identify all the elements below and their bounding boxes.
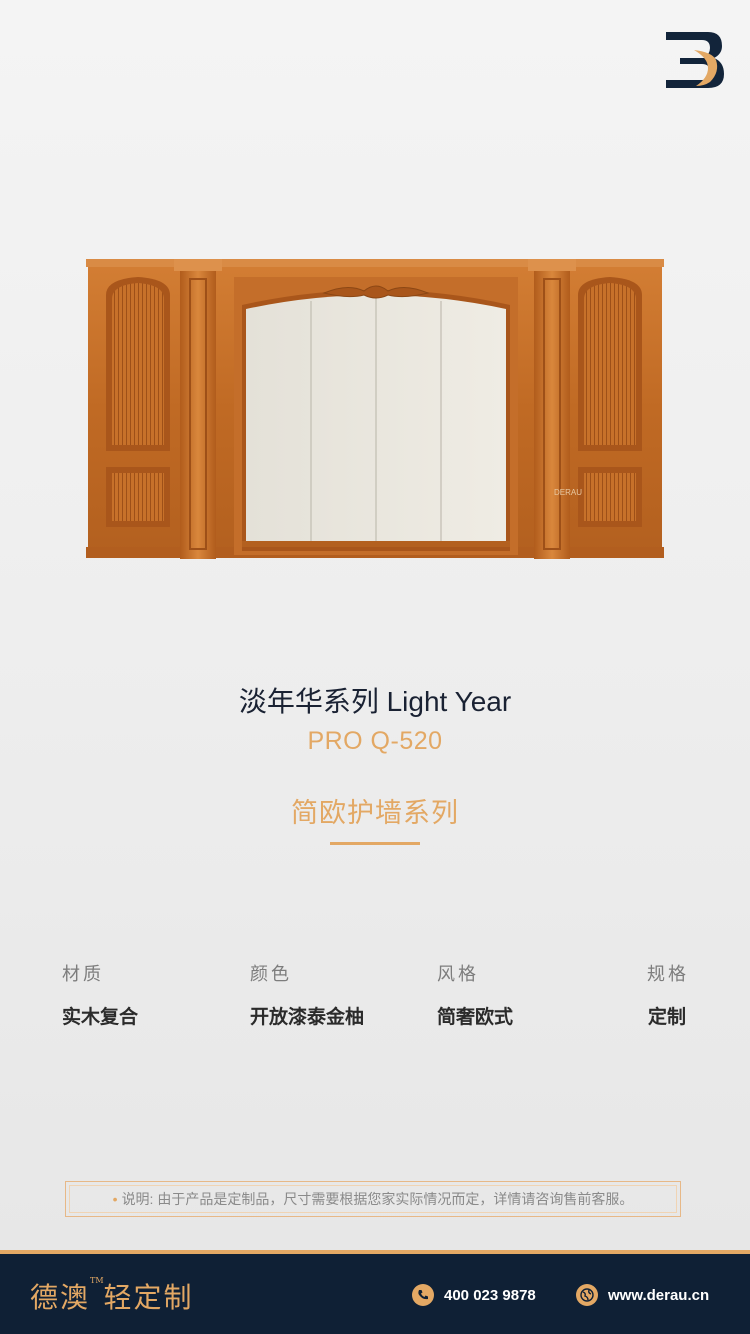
spec-value: 定制 — [647, 1007, 686, 1028]
product-model: PRO Q-520 — [307, 727, 443, 755]
spec-label: 规格 — [647, 964, 689, 984]
brand-name: 德澳 — [30, 1281, 91, 1314]
phone-icon — [412, 1284, 434, 1306]
website-url: www.derau.cn — [608, 1286, 710, 1304]
website-link[interactable]: www.derau.cn — [576, 1284, 709, 1306]
product-watermark: DERAU — [554, 488, 582, 497]
disclaimer-text: 说明: 由于产品是定制品，尺寸需要根据您家实际情况而定，详情请咨询售前客服。 — [121, 1191, 634, 1207]
spec-color: 颜色 开放漆泰金柚 — [250, 960, 364, 1029]
spec-value: 实木复合 — [62, 1007, 139, 1028]
spec-label: 颜色 — [250, 964, 292, 984]
phone-number: 400 023 9878 — [444, 1286, 536, 1304]
spec-value: 开放漆泰金柚 — [250, 1007, 365, 1028]
product-title: 淡年华系列 Light Year — [238, 686, 512, 717]
product-series: 简欧护墙系列 — [291, 798, 459, 828]
spec-material: 材质 实木复合 — [62, 960, 138, 1029]
brand-logo-icon — [666, 32, 724, 88]
spec-value: 简奢欧式 — [437, 1007, 514, 1028]
footer-brand: 德澳TM轻定制 — [30, 1276, 194, 1316]
disclaimer-note: • 说明: 由于产品是定制品，尺寸需要根据您家实际情况而定，详情请咨询售前客服。 — [65, 1181, 681, 1217]
spec-size: 规格 定制 — [647, 960, 686, 1029]
trademark-mark: TM — [90, 1276, 104, 1285]
bullet-icon: • — [112, 1191, 118, 1207]
globe-icon — [576, 1284, 598, 1306]
brand-subtitle: 轻定制 — [103, 1281, 194, 1314]
spec-style: 风格 简奢欧式 — [437, 960, 513, 1029]
spec-label: 风格 — [437, 964, 479, 984]
phone-link[interactable]: 400 023 9878 — [412, 1284, 536, 1306]
spec-label: 材质 — [62, 964, 104, 984]
product-image: DERAU — [86, 259, 664, 559]
footer-bar: 德澳TM轻定制 400 023 9878 www.derau.cn — [0, 1250, 750, 1334]
divider — [330, 842, 420, 845]
